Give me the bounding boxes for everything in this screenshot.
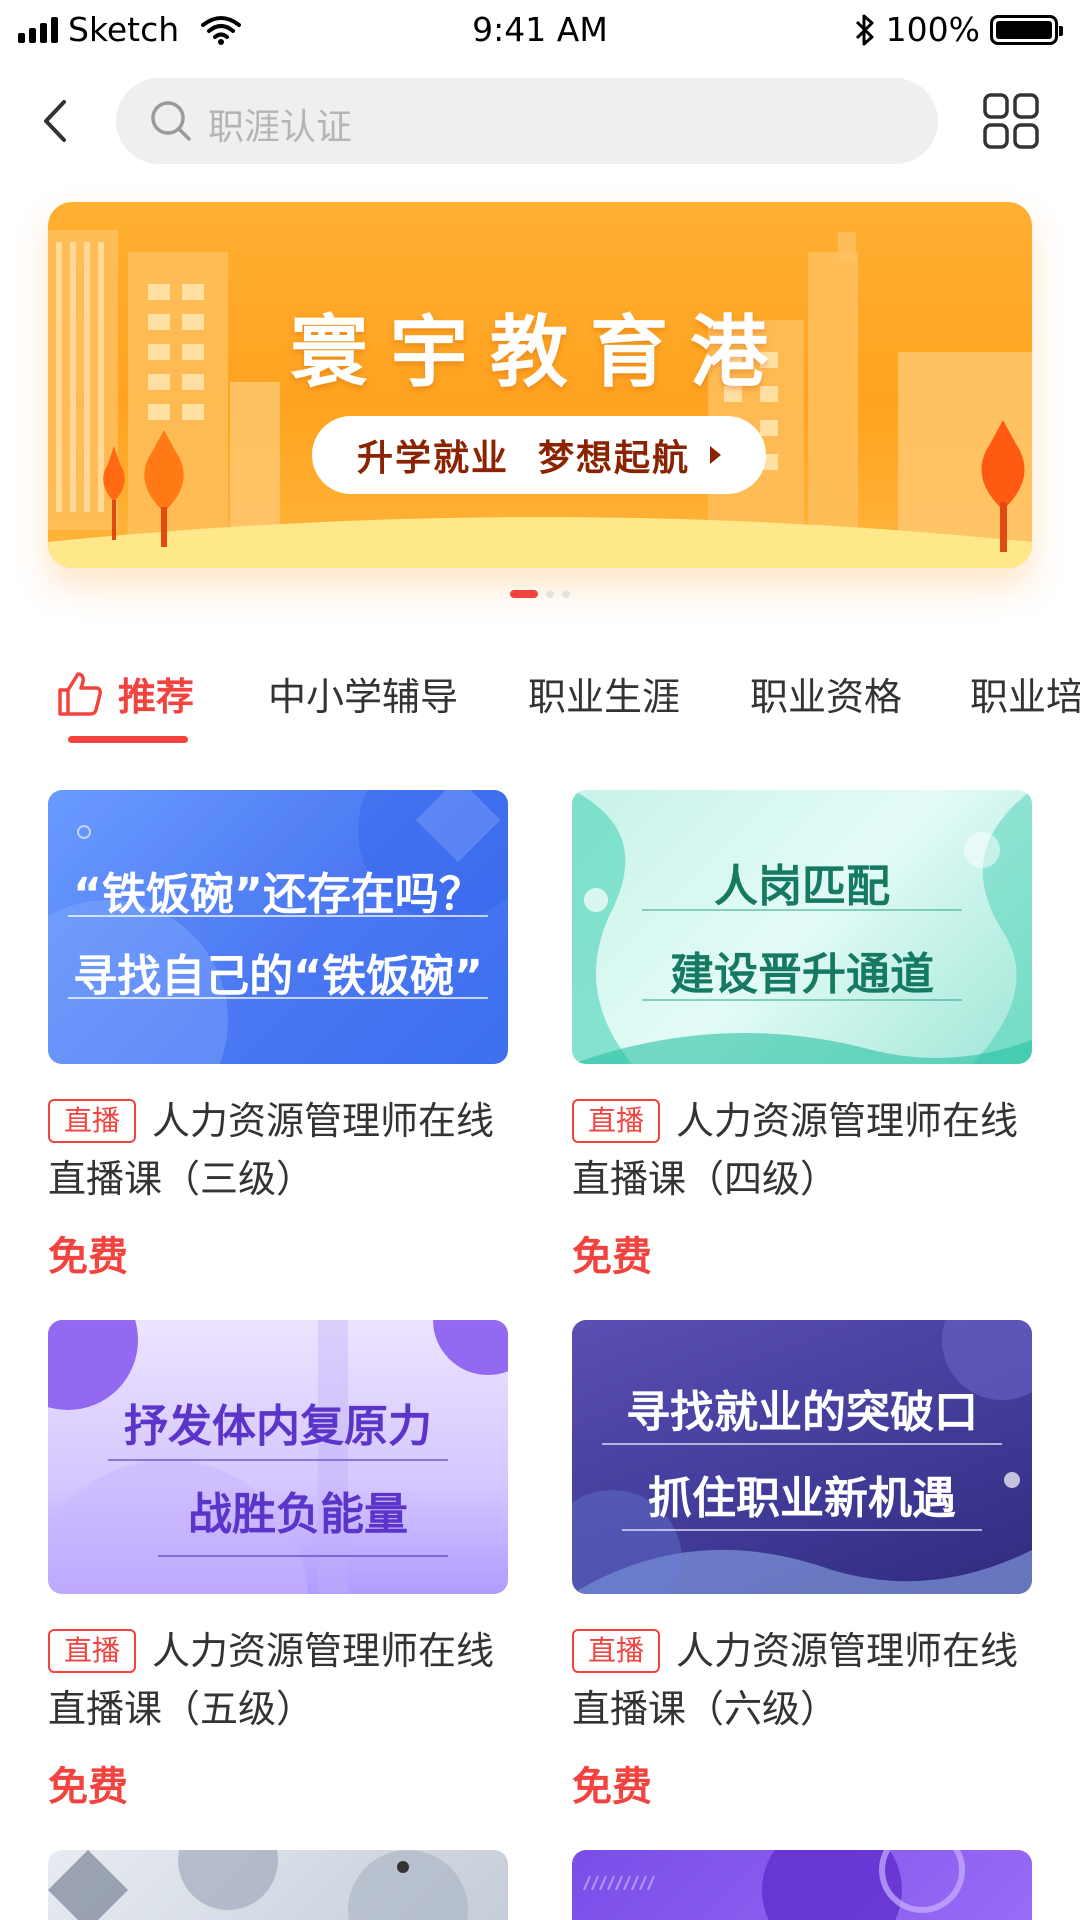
thumbnail-decoration [48,790,508,1064]
grid-icon[interactable] [982,92,1040,150]
course-thumbnail-partial[interactable] [572,1850,1032,1920]
tab-career-path[interactable]: 职业生涯 [528,666,680,721]
carousel-indicator [0,590,1080,598]
course-card[interactable]: 抒发体内复原力 战胜负能量 直播 人力资源管理师在线直播课（五级） 免费 [48,1320,508,1812]
thumbnail-line: 建设晋升通道 [670,949,934,1000]
course-thumbnail: “铁饭碗”还存在吗？ 寻找自己的“铁饭碗” [48,790,508,1064]
tab-label: 推荐 [118,675,195,719]
course-thumbnail-partial[interactable] [48,1850,508,1920]
course-thumbnail: 抒发体内复原力 战胜负能量 [48,1320,508,1594]
battery-percent: 100% [885,10,980,49]
category-tabs: 推荐 中小学辅导 职业生涯 职业资格 职业培训 [0,650,1080,750]
thumbnail-line: 抒发体内复原力 [124,1401,432,1452]
tab-k12-tutoring[interactable]: 中小学辅导 [268,666,458,721]
carousel-dot[interactable] [546,590,554,598]
bluetooth-icon [855,14,874,45]
status-bar: Sketch 9:41 AM 100% [0,0,1080,62]
battery-icon [990,14,1063,45]
search-placeholder: 职涯认证 [208,107,353,148]
promo-banner[interactable]: 寰宇教育港 升学就业 梦想起航 [48,202,1032,568]
carousel-dot[interactable] [510,590,538,598]
live-badge: 直播 [572,1629,661,1673]
thumbnail-line: 抓住职业新机遇 [648,1473,956,1524]
banner-cta-label: 升学就业 梦想起航 [356,438,691,479]
course-thumbnail: 人岗匹配 建设晋升通道 [572,790,1032,1064]
thumbs-up-icon [58,671,102,716]
status-right: 100% [854,10,1063,49]
back-icon[interactable] [34,96,84,146]
play-arrow-icon [710,446,722,464]
thumbnail-line: 人岗匹配 [714,861,890,912]
course-price: 免费 [48,1764,128,1810]
thumbnail-decoration [583,1850,965,1920]
course-card[interactable]: 人岗匹配 建设晋升通道 直播 人力资源管理师在线直播课（四级） 免费 [572,790,1032,1282]
course-card[interactable]: “铁饭碗”还存在吗？ 寻找自己的“铁饭碗” 直播 人力资源管理师在线直播课（三级）… [48,790,508,1282]
course-thumbnail: 寻找就业的突破口 抓住职业新机遇 [572,1320,1032,1594]
thumbnail-line: 寻找自己的“铁饭碗” [73,951,483,1002]
thumbnail-line: 寻找就业的突破口 [626,1387,978,1438]
course-info: 直播 人力资源管理师在线直播课（五级） [48,1622,508,1738]
course-info: 直播 人力资源管理师在线直播课（六级） [572,1622,1032,1738]
thumbnail-line: “铁饭碗”还存在吗？ [73,869,483,920]
tab-qualification[interactable]: 职业资格 [750,666,902,721]
carousel-dot[interactable] [562,590,570,598]
search-input[interactable]: 职涯认证 [116,78,938,164]
tab-vocational-training[interactable]: 职业培训 [970,666,1080,721]
thumbnail-decoration [48,1850,468,1920]
battery-fill [996,20,1052,39]
course-price: 免费 [572,1234,652,1280]
course-price: 免费 [572,1764,652,1810]
tab-recommend[interactable]: 推荐 [56,666,194,721]
screen: Sketch 9:41 AM 100% 职涯认证 寰宇教育港 升学就业 梦想起航… [0,0,1080,1920]
banner-title: 寰宇教育港 [289,308,790,398]
thumbnail-decoration [572,790,1032,1064]
course-card[interactable]: 寻找就业的突破口 抓住职业新机遇 直播 人力资源管理师在线直播课（六级） 免费 [572,1320,1032,1812]
search-header: 职涯认证 [0,76,1080,166]
live-badge: 直播 [48,1629,137,1673]
banner-cta-button[interactable]: 升学就业 梦想起航 [312,416,766,494]
thumbnail-decoration [572,1320,1032,1594]
live-badge: 直播 [48,1099,137,1143]
live-badge: 直播 [572,1099,661,1143]
thumbnail-line: 战胜负能量 [188,1489,408,1540]
course-info: 直播 人力资源管理师在线直播课（四级） [572,1092,1032,1208]
course-info: 直播 人力资源管理师在线直播课（三级） [48,1092,508,1208]
course-price: 免费 [48,1234,128,1280]
search-icon [151,101,191,141]
active-tab-underline [68,736,188,743]
thumbnail-decoration [48,1320,508,1594]
